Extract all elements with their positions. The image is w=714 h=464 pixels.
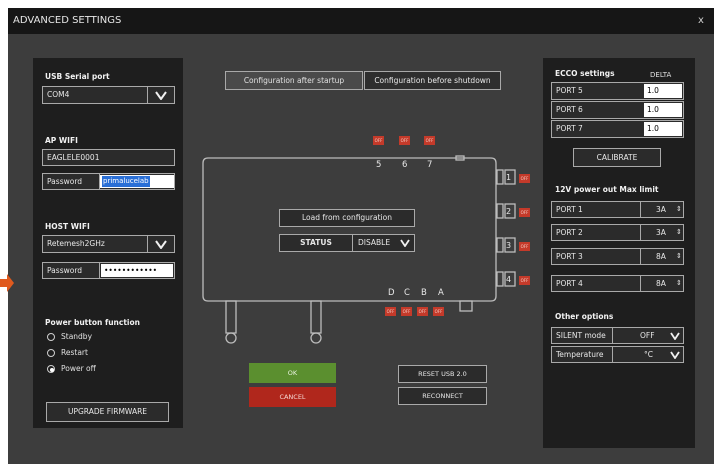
reconnect-button[interactable]: RECONNECT [398, 387, 487, 405]
ecco-port6-label: PORT 6 [556, 105, 583, 114]
ap-password-value: primalucelab [102, 176, 150, 187]
port-d-label: D [388, 288, 395, 298]
limit-select-port4[interactable]: PORT 4 8A ⇕ [551, 275, 684, 292]
limit-port1-value: 3A [656, 205, 666, 214]
host-ssid-value: Retemesh2GHz [47, 239, 105, 248]
limit-select-port3[interactable]: PORT 3 8A ⇕ [551, 248, 684, 265]
load-from-configuration-button[interactable]: Load from configuration [279, 209, 415, 227]
off-tag-port7[interactable]: OFF [424, 136, 435, 145]
calibrate-button[interactable]: CALIBRATE [573, 148, 661, 167]
off-tag-port-b[interactable]: OFF [417, 307, 428, 316]
port-4-label: 4 [506, 275, 512, 284]
ok-button[interactable]: OK [249, 363, 336, 383]
title-bar: ADVANCED SETTINGS x [8, 8, 714, 34]
chevron-down-icon [155, 240, 167, 249]
chevron-down-icon [400, 239, 410, 247]
off-tag-port4[interactable]: OFF [519, 276, 530, 285]
power-limit-label: 12V power out Max limit [555, 185, 659, 194]
port-c-label: C [404, 288, 410, 298]
ap-password-label: Password [47, 177, 83, 186]
standby-label: Standby [61, 332, 93, 341]
ecco-settings-label: ECCO settings [555, 69, 615, 78]
host-password-input[interactable]: •••••••••••• [101, 264, 173, 277]
radio-power-off[interactable] [47, 365, 55, 373]
port-b-label: B [421, 288, 427, 298]
host-wifi-label: HOST WIFI [45, 222, 90, 231]
port-2-label: 2 [506, 207, 512, 216]
port-3-label: 3 [506, 241, 512, 250]
usb-port-select[interactable]: COM4 [42, 86, 175, 104]
limit-port2-label: PORT 2 [556, 228, 583, 237]
off-tag-port6[interactable]: OFF [399, 136, 410, 145]
off-tag-port-c[interactable]: OFF [401, 307, 412, 316]
chevron-down-icon [670, 351, 680, 359]
status-label: STATUS [300, 238, 332, 247]
limit-select-port1[interactable]: PORT 1 3A ⇕ [551, 201, 684, 218]
silent-mode-select[interactable]: SILENT mode OFF [551, 327, 684, 344]
other-options-label: Other options [555, 312, 614, 321]
chevron-down-icon [670, 332, 680, 340]
radio-standby[interactable] [47, 333, 55, 341]
power-button-label: Power button function [45, 318, 140, 327]
close-button[interactable]: x [698, 8, 704, 34]
tab-config-before-shutdown[interactable]: Configuration before shutdown [364, 71, 501, 90]
window-title: ADVANCED SETTINGS [13, 15, 122, 26]
chevron-down-icon [155, 91, 167, 100]
ap-wifi-label: AP WIFI [45, 136, 78, 145]
off-tag-port3[interactable]: OFF [519, 242, 530, 251]
usb-serial-label: USB Serial port [45, 72, 110, 81]
host-ssid-select[interactable]: Retemesh2GHz [42, 235, 175, 253]
temperature-label: Temperature [556, 350, 604, 359]
device-illustration [202, 155, 516, 344]
silent-mode-label: SILENT mode [556, 331, 606, 340]
tab-config-after-startup[interactable]: Configuration after startup [225, 71, 363, 90]
restart-label: Restart [61, 348, 88, 357]
status-select[interactable]: STATUS DISABLE [279, 234, 415, 252]
off-tag-port-d[interactable]: OFF [385, 307, 396, 316]
usb-port-value: COM4 [47, 90, 70, 99]
off-tag-port5[interactable]: OFF [373, 136, 384, 145]
limit-port1-label: PORT 1 [556, 205, 583, 214]
reset-usb-button[interactable]: RESET USB 2.0 [398, 365, 487, 383]
upgrade-firmware-button[interactable]: UPGRADE FIRMWARE [46, 402, 169, 422]
port-a-label: A [438, 288, 444, 298]
ecco-port7-label: PORT 7 [556, 124, 583, 133]
limit-port3-value: 8A [656, 252, 666, 261]
spinner-icon: ⇕ [676, 228, 682, 236]
power-off-label: Power off [61, 364, 96, 373]
host-password-label: Password [47, 266, 83, 275]
spinner-icon: ⇕ [676, 205, 682, 213]
ecco-port5-label: PORT 5 [556, 86, 583, 95]
ap-ssid-field[interactable]: EAGLELE0001 [42, 149, 175, 166]
off-tag-port2[interactable]: OFF [519, 208, 530, 217]
limit-port4-label: PORT 4 [556, 279, 583, 288]
silent-mode-value: OFF [640, 331, 655, 340]
spinner-icon: ⇕ [676, 252, 682, 260]
off-tag-port1[interactable]: OFF [519, 174, 530, 183]
ecco-port6-input[interactable]: 1.0 [644, 103, 682, 117]
port-1-label: 1 [506, 173, 512, 182]
delta-label: DELTA [650, 71, 672, 79]
pointer-arrow-icon [0, 274, 14, 292]
temperature-select[interactable]: Temperature °C [551, 346, 684, 363]
ecco-port5-input[interactable]: 1.0 [644, 84, 682, 98]
ap-ssid-value: EAGLELE0001 [47, 153, 100, 162]
limit-port3-label: PORT 3 [556, 252, 583, 261]
limit-port2-value: 3A [656, 228, 666, 237]
spinner-icon: ⇕ [676, 279, 682, 287]
radio-restart[interactable] [47, 349, 55, 357]
ecco-port7-input[interactable]: 1.0 [644, 122, 682, 136]
status-value: DISABLE [358, 238, 391, 247]
limit-select-port2[interactable]: PORT 2 3A ⇕ [551, 224, 684, 241]
cancel-button[interactable]: CANCEL [249, 387, 336, 407]
temperature-value: °C [644, 350, 653, 359]
ap-password-input[interactable]: primalucelab [100, 175, 174, 188]
limit-port4-value: 8A [656, 279, 666, 288]
off-tag-port-a[interactable]: OFF [433, 307, 444, 316]
